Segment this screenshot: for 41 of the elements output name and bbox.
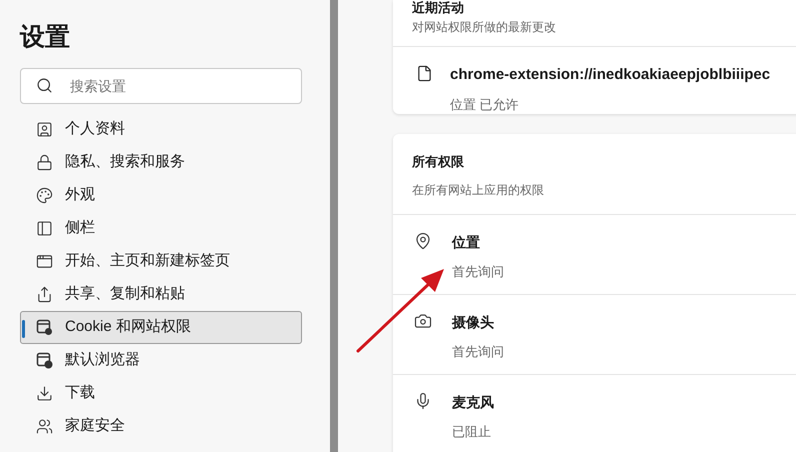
people-icon [36, 418, 53, 435]
microphone-icon [414, 392, 432, 410]
selection-indicator [22, 320, 25, 338]
permission-name: 位置 [452, 233, 481, 252]
location-pin-icon [414, 232, 432, 250]
sidebar-item[interactable]: 家庭安全 [20, 410, 302, 443]
permission-status: 已阻止 [452, 423, 492, 441]
sidebar-item[interactable]: 默认浏览器 [20, 344, 302, 377]
lock-icon [36, 154, 53, 171]
file-icon [416, 65, 433, 82]
permission-name: 麦克风 [452, 393, 494, 412]
permission-detail: 位置 已允许 [450, 96, 520, 114]
panel-icon [36, 220, 53, 237]
sidebar-item[interactable]: 下载 [20, 377, 302, 410]
section-title: 近期活动 [412, 0, 465, 16]
section-subtitle: 对网站权限所做的最新更改 [412, 19, 557, 36]
sidebar-item[interactable]: 外观 [20, 179, 302, 212]
sidebar-item[interactable]: 隐私、搜索和服务 [20, 146, 302, 179]
palette-icon [36, 187, 53, 204]
sidebar-item[interactable]: Cookie 和网站权限 [20, 311, 302, 344]
sidebar-item[interactable]: 开始、主页和新建标签页 [20, 245, 302, 278]
sidebar-item[interactable]: 个人资料 [20, 113, 302, 146]
camera-icon [414, 312, 432, 330]
section-subtitle: 在所有网站上应用的权限 [412, 182, 545, 198]
sidebar-item[interactable]: 共享、复制和粘贴 [20, 278, 302, 311]
sidebar-item[interactable]: 侧栏 [20, 212, 302, 245]
download-icon [36, 385, 53, 402]
site-url[interactable]: chrome-extension://inedkoakiaeepjoblbiiipec [450, 64, 770, 86]
permission-row[interactable]: 摄像头 首先询问 [393, 294, 796, 374]
section-title: 所有权限 [412, 153, 465, 171]
window-icon [36, 253, 53, 270]
permission-name: 摄像头 [452, 313, 495, 332]
scrollbar[interactable] [330, 0, 338, 452]
settings-title: 设置 [20, 22, 71, 53]
profile-icon [36, 121, 53, 138]
permission-status: 首先询问 [452, 263, 504, 281]
permission-status: 首先询问 [452, 343, 504, 361]
search-field[interactable]: 搜索设置 [20, 68, 302, 104]
share-icon [36, 286, 53, 303]
search-icon [36, 77, 53, 94]
permission-row[interactable]: 麦克风 已阻止 [393, 374, 796, 452]
